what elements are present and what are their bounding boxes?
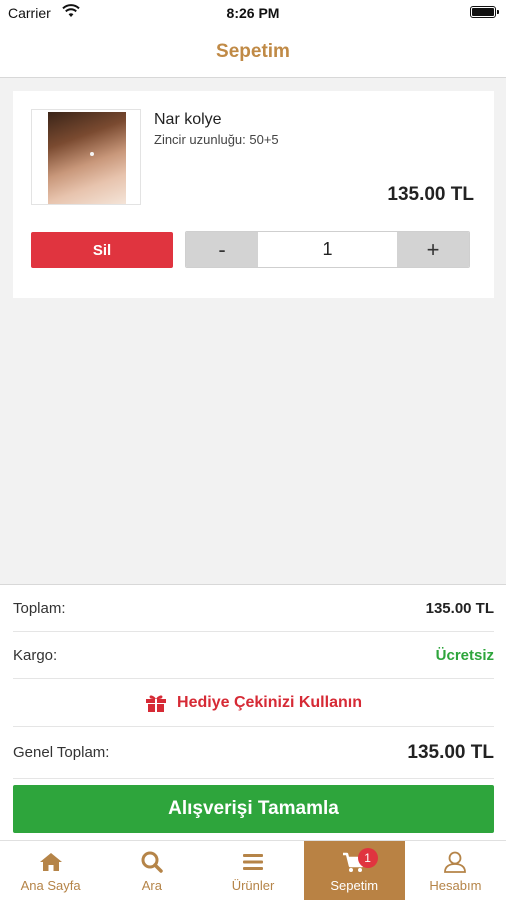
tab-home[interactable]: Ana Sayfa <box>0 841 101 900</box>
grand-total-label: Genel Toplam: <box>13 744 110 761</box>
tab-bar: Ana Sayfa Ara Ürünler 1 Sepetim Hesabım <box>0 840 506 900</box>
tab-cart-label: Sepetim <box>330 878 379 893</box>
gift-card-link[interactable]: Hediye Çekinizi Kullanın <box>145 693 362 713</box>
navigation-bar: Sepetim <box>0 26 506 78</box>
necklace-photo <box>48 112 126 204</box>
tab-search[interactable]: Ara <box>101 841 202 900</box>
cart-badge: 1 <box>357 848 378 868</box>
product-image[interactable] <box>31 109 141 205</box>
gift-card-label: Hediye Çekinizi Kullanın <box>177 693 362 711</box>
tab-products[interactable]: Ürünler <box>202 841 303 900</box>
gift-card-row[interactable]: Hediye Çekinizi Kullanın <box>13 679 494 727</box>
checkout-button[interactable]: Alışverişi Tamamla <box>13 785 494 833</box>
remove-item-button[interactable]: Sil <box>31 232 173 268</box>
shipping-value: Ücretsiz <box>435 646 494 664</box>
page-title: Sepetim <box>216 41 290 62</box>
quantity-value[interactable]: 1 <box>258 232 397 267</box>
subtotal-label: Toplam: <box>13 599 66 617</box>
search-icon <box>141 851 163 873</box>
order-summary: Toplam: 135.00 TL Kargo: Ücretsiz Hediye… <box>0 584 506 840</box>
home-icon <box>39 853 62 871</box>
shipping-label: Kargo: <box>13 646 58 664</box>
decrease-quantity-button[interactable]: - <box>186 232 258 267</box>
status-bar: Carrier 8:26 PM <box>0 0 506 26</box>
subtotal-row: Toplam: 135.00 TL <box>13 585 494 632</box>
product-variant: Zincir uzunluğu: 50+5 <box>154 132 279 147</box>
tab-home-label: Ana Sayfa <box>20 878 81 893</box>
clock-time: 8:26 PM <box>226 5 280 21</box>
user-icon <box>444 851 467 873</box>
cart-item-card: Nar kolye Zincir uzunluğu: 50+5 135.00 T… <box>13 91 494 298</box>
quantity-stepper: - 1 + <box>185 231 470 268</box>
battery-icon <box>470 6 499 18</box>
shipping-row: Kargo: Ücretsiz <box>13 632 494 679</box>
tab-products-label: Ürünler <box>231 878 275 893</box>
tab-cart[interactable]: 1 Sepetim <box>303 841 405 900</box>
pendant-highlight <box>90 152 94 156</box>
menu-icon <box>243 854 263 870</box>
tab-account[interactable]: Hesabım <box>405 841 506 900</box>
product-name[interactable]: Nar kolye <box>154 111 222 129</box>
increase-quantity-button[interactable]: + <box>397 232 469 267</box>
tab-search-label: Ara <box>141 878 162 893</box>
product-price: 135.00 TL <box>387 184 474 205</box>
subtotal-value: 135.00 TL <box>425 599 494 617</box>
tab-account-label: Hesabım <box>429 878 482 893</box>
grand-total-row: Genel Toplam: 135.00 TL <box>13 727 494 779</box>
grand-total-value: 135.00 TL <box>407 741 494 763</box>
gift-icon <box>146 695 167 712</box>
